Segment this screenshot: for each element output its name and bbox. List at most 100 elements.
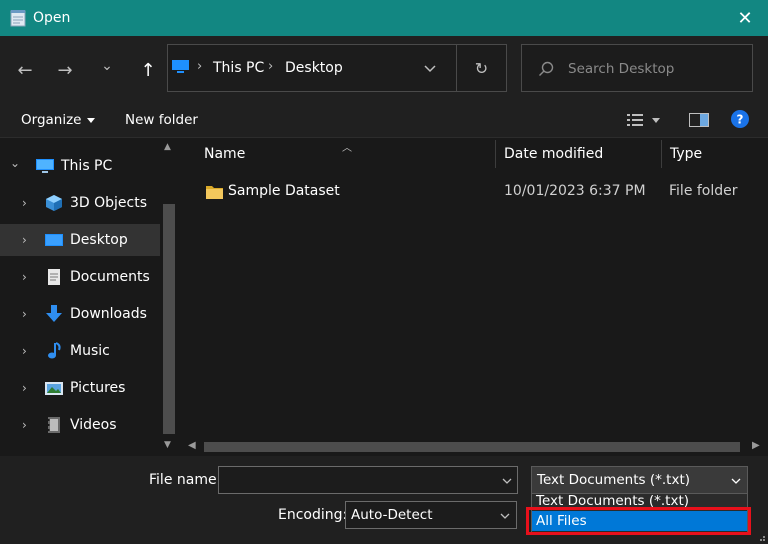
recent-locations-button[interactable]: ⌄: [92, 52, 122, 80]
scrollbar-thumb[interactable]: [163, 204, 175, 434]
arrow-up-icon: ↑: [140, 59, 156, 81]
breadcrumb-this-pc[interactable]: This PC: [213, 60, 264, 76]
forward-button[interactable]: →: [50, 56, 80, 84]
this-pc-icon: [36, 159, 54, 173]
new-folder-button[interactable]: New folder: [125, 112, 198, 128]
svg-text:?: ?: [737, 113, 744, 127]
file-name-combobox[interactable]: [218, 466, 518, 494]
navigation-pane: ⌄ This PC › 3D Objects › Desktop › Docum…: [0, 138, 180, 456]
file-name-input[interactable]: [223, 471, 483, 489]
footer-panel: File name: Text Documents (*.txt) Text D…: [0, 456, 768, 544]
file-type-selected: Text Documents (*.txt): [537, 472, 691, 488]
chevron-down-icon[interactable]: [420, 58, 440, 78]
preview-pane-icon[interactable]: [689, 113, 709, 127]
scroll-up-icon[interactable]: ▲: [164, 142, 171, 152]
sidebar-item-label: Videos: [70, 417, 117, 433]
chevron-down-icon[interactable]: [502, 476, 512, 486]
encoding-label: Encoding:: [278, 507, 348, 523]
documents-icon: [48, 269, 60, 285]
column-header-date-modified[interactable]: Date modified: [504, 146, 603, 168]
search-icon: [539, 61, 554, 76]
music-icon: [48, 342, 61, 359]
horizontal-scrollbar[interactable]: ◀ ▶: [182, 438, 768, 456]
folder-icon: [206, 186, 223, 199]
sidebar-item-music[interactable]: › Music: [0, 335, 160, 367]
search-box[interactable]: [521, 44, 753, 92]
back-button[interactable]: ←: [10, 56, 40, 84]
title-bar: Open ✕: [0, 0, 768, 36]
navigation-scrollbar[interactable]: ▲ ▼: [160, 138, 178, 456]
sidebar-item-documents[interactable]: › Documents: [0, 261, 160, 293]
chevron-right-icon[interactable]: ›: [22, 381, 27, 395]
file-type-dropdown: Text Documents (*.txt) All Files: [531, 493, 748, 535]
organize-button[interactable]: Organize: [21, 112, 96, 128]
chevron-down-icon: [731, 478, 741, 484]
sidebar-item-pictures[interactable]: › Pictures: [0, 372, 160, 404]
file-name-cell: Sample Dataset: [228, 183, 340, 199]
3d-objects-icon: [46, 195, 62, 211]
chevron-down-icon[interactable]: ⌄: [10, 156, 20, 170]
chevron-right-icon[interactable]: ›: [22, 418, 27, 432]
help-icon[interactable]: ?: [731, 110, 749, 128]
chevron-right-icon[interactable]: ›: [22, 196, 27, 210]
this-pc-icon: [172, 60, 189, 73]
pictures-icon: [45, 382, 63, 395]
organize-label: Organize: [21, 112, 82, 128]
sidebar-item-this-pc[interactable]: ⌄ This PC: [0, 150, 160, 182]
chevron-right-icon[interactable]: ›: [22, 233, 27, 247]
scroll-down-icon[interactable]: ▼: [164, 440, 171, 450]
sort-ascending-icon: ︿: [342, 143, 352, 154]
file-list-pane: ︿ Name Date modified Type Sample Dataset…: [182, 138, 768, 456]
resize-grip-icon[interactable]: [756, 532, 766, 542]
date-modified-cell: 10/01/2023 6:37 PM: [504, 183, 646, 199]
view-options-icon[interactable]: [627, 113, 661, 127]
close-icon: ✕: [737, 7, 753, 29]
encoding-select[interactable]: Auto-Detect: [345, 501, 517, 529]
breadcrumb-desktop[interactable]: Desktop: [285, 60, 343, 76]
scroll-left-icon[interactable]: ◀: [188, 440, 196, 451]
column-header-type[interactable]: Type: [670, 146, 702, 168]
downloads-icon: [46, 305, 62, 322]
videos-icon: [48, 417, 60, 433]
caret-down-icon: [87, 117, 96, 123]
address-row: ← → ⌄ ↑ › This PC › Desktop ↻: [0, 36, 768, 102]
sidebar-item-downloads[interactable]: › Downloads: [0, 298, 160, 330]
chevron-right-icon[interactable]: ›: [22, 270, 27, 284]
arrow-right-icon: →: [57, 59, 73, 81]
refresh-button[interactable]: ↻: [456, 45, 506, 91]
sidebar-item-desktop[interactable]: › Desktop: [0, 224, 160, 256]
sidebar-item-label: Documents: [70, 269, 150, 285]
file-type-select[interactable]: Text Documents (*.txt): [531, 466, 748, 494]
sidebar-item-videos[interactable]: › Videos: [0, 409, 160, 441]
toolbar: Organize New folder ?: [0, 102, 768, 138]
file-type-option-all-files[interactable]: All Files: [532, 511, 747, 531]
table-row[interactable]: Sample Dataset 10/01/2023 6:37 PM File f…: [200, 178, 768, 206]
breadcrumb-separator: ›: [268, 59, 274, 74]
file-type-option-text[interactable]: Text Documents (*.txt): [532, 494, 747, 510]
search-input[interactable]: [568, 59, 748, 79]
file-name-label: File name:: [149, 472, 222, 488]
chevron-down-icon: [500, 513, 510, 519]
window-title: Open: [33, 10, 71, 26]
scroll-right-icon[interactable]: ▶: [752, 440, 760, 451]
sidebar-item-label: Desktop: [70, 232, 128, 248]
sidebar-item-label: 3D Objects: [70, 195, 148, 211]
address-bar[interactable]: › This PC › Desktop ↻: [167, 44, 507, 92]
up-button[interactable]: ↑: [133, 56, 163, 84]
chevron-right-icon[interactable]: ›: [22, 344, 27, 358]
notepad-icon: [10, 10, 26, 27]
close-button[interactable]: ✕: [722, 0, 768, 36]
sidebar-item-label: Music: [70, 343, 110, 359]
column-divider[interactable]: [661, 140, 662, 168]
sidebar-item-label: Downloads: [70, 306, 147, 322]
type-cell: File folder: [669, 183, 738, 199]
sidebar-item-3d-objects[interactable]: › 3D Objects: [0, 187, 160, 219]
refresh-icon: ↻: [474, 58, 489, 78]
column-header-name[interactable]: Name: [204, 146, 245, 168]
scrollbar-thumb[interactable]: [204, 442, 740, 452]
sidebar-item-label: This PC: [61, 158, 113, 174]
column-divider[interactable]: [495, 140, 496, 168]
desktop-icon: [45, 234, 63, 246]
encoding-value: Auto-Detect: [351, 507, 433, 523]
chevron-right-icon[interactable]: ›: [22, 307, 27, 321]
